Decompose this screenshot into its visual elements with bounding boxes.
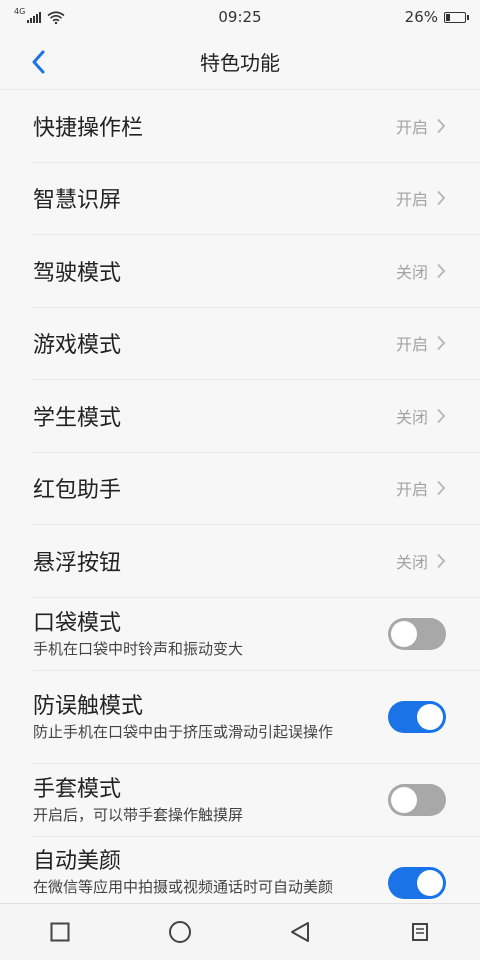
toggle-knob — [417, 869, 443, 896]
chevron-right-icon — [437, 263, 446, 278]
item-label: 游戏模式 — [33, 333, 122, 359]
item-label: 学生模式 — [33, 405, 122, 431]
recents-button[interactable] — [40, 912, 80, 952]
status-bar: 4G 09:25 26% — [0, 0, 480, 34]
home-button[interactable] — [160, 912, 200, 952]
toggle-knob — [391, 786, 417, 813]
status-text: 开启 — [395, 335, 428, 355]
chevron-right-icon — [437, 481, 446, 496]
anti-mistouch-toggle[interactable] — [388, 700, 446, 733]
item-title: 手套模式 — [33, 776, 122, 802]
item-text: 手套模式 开启后，可以带手套操作触摸屏 — [33, 775, 388, 825]
item-label: 悬浮按钮 — [33, 550, 122, 576]
settings-list: 快捷操作栏 开启 智慧识屏 开启 驾驶模式 关闭 游戏模式 开启 学生模式 关闭 — [0, 90, 480, 930]
app-header: 特色功能 — [0, 34, 480, 90]
toggle-knob — [417, 703, 443, 730]
list-item-smart-screen[interactable]: 智慧识屏 开启 — [33, 163, 480, 235]
status-right: 26% — [404, 8, 469, 26]
item-label: 驾驶模式 — [33, 260, 122, 286]
chevron-right-icon — [437, 408, 446, 423]
status-left: 4G — [14, 7, 134, 24]
item-text: 自动美颜 在微信等应用中拍摄或视频通话时可自动美颜 — [33, 847, 388, 897]
item-description: 手机在口袋中时铃声和振动变大 — [33, 639, 244, 658]
item-status: 关闭 — [396, 404, 446, 428]
item-status: 关闭 — [396, 549, 446, 573]
status-text: 开启 — [395, 480, 428, 500]
item-status: 开启 — [396, 476, 446, 500]
list-item-anti-mistouch: 防误触模式 防止手机在口袋中由于挤压或滑动引起误操作 — [33, 671, 480, 764]
status-text: 开启 — [395, 117, 428, 137]
menu-button[interactable] — [400, 912, 440, 952]
item-status: 开启 — [396, 186, 446, 210]
square-icon — [50, 922, 70, 942]
item-text: 防误触模式 防止手机在口袋中由于挤压或滑动引起误操作 — [33, 692, 388, 742]
list-item-red-packet[interactable]: 红包助手 开启 — [33, 453, 480, 525]
chevron-right-icon — [437, 336, 446, 351]
battery-level — [446, 13, 450, 21]
list-item-student-mode[interactable]: 学生模式 关闭 — [33, 380, 480, 453]
status-text: 关闭 — [395, 407, 428, 427]
system-nav-bar — [0, 903, 480, 960]
network-type: 4G — [14, 6, 26, 16]
page-title: 特色功能 — [200, 51, 280, 75]
list-item-quick-actions[interactable]: 快捷操作栏 开启 — [33, 90, 480, 163]
signal-icon — [27, 11, 42, 23]
circle-icon — [169, 921, 191, 943]
item-title: 防误触模式 — [33, 693, 144, 719]
list-item-game-mode[interactable]: 游戏模式 开启 — [33, 308, 480, 380]
toggle-knob — [391, 620, 417, 647]
list-item-floating-button[interactable]: 悬浮按钮 关闭 — [33, 525, 480, 598]
battery-percent: 26% — [404, 8, 438, 26]
glove-mode-toggle[interactable] — [388, 783, 446, 816]
item-label: 智慧识屏 — [33, 188, 122, 214]
status-text: 开启 — [395, 190, 428, 210]
menu-icon — [412, 923, 428, 941]
item-title: 口袋模式 — [33, 610, 122, 636]
wifi-icon — [47, 10, 65, 24]
item-label: 快捷操作栏 — [33, 115, 144, 141]
back-button[interactable] — [22, 46, 54, 78]
item-title: 自动美颜 — [33, 848, 122, 874]
item-label: 红包助手 — [33, 478, 122, 504]
item-description: 开启后，可以带手套操作触摸屏 — [33, 805, 244, 824]
back-nav-button[interactable] — [280, 912, 320, 952]
auto-beauty-toggle[interactable] — [388, 866, 446, 899]
item-status: 关闭 — [396, 259, 446, 283]
triangle-back-icon — [291, 922, 309, 942]
list-item-driving-mode[interactable]: 驾驶模式 关闭 — [33, 235, 480, 308]
chevron-left-icon — [32, 50, 45, 74]
chevron-right-icon — [437, 553, 446, 568]
item-description: 防止手机在口袋中由于挤压或滑动引起误操作 — [33, 722, 334, 741]
item-description: 在微信等应用中拍摄或视频通话时可自动美颜 — [33, 877, 334, 896]
battery-icon — [444, 11, 469, 23]
item-status: 开启 — [396, 331, 446, 355]
list-item-pocket-mode: 口袋模式 手机在口袋中时铃声和振动变大 — [33, 598, 480, 671]
list-item-glove-mode: 手套模式 开启后，可以带手套操作触摸屏 — [33, 764, 480, 837]
chevron-right-icon — [437, 118, 446, 133]
pocket-mode-toggle[interactable] — [388, 617, 446, 650]
status-text: 关闭 — [395, 262, 428, 282]
item-text: 口袋模式 手机在口袋中时铃声和振动变大 — [33, 609, 388, 659]
item-status: 开启 — [396, 114, 446, 138]
status-text: 关闭 — [395, 552, 428, 572]
chevron-right-icon — [437, 191, 446, 206]
